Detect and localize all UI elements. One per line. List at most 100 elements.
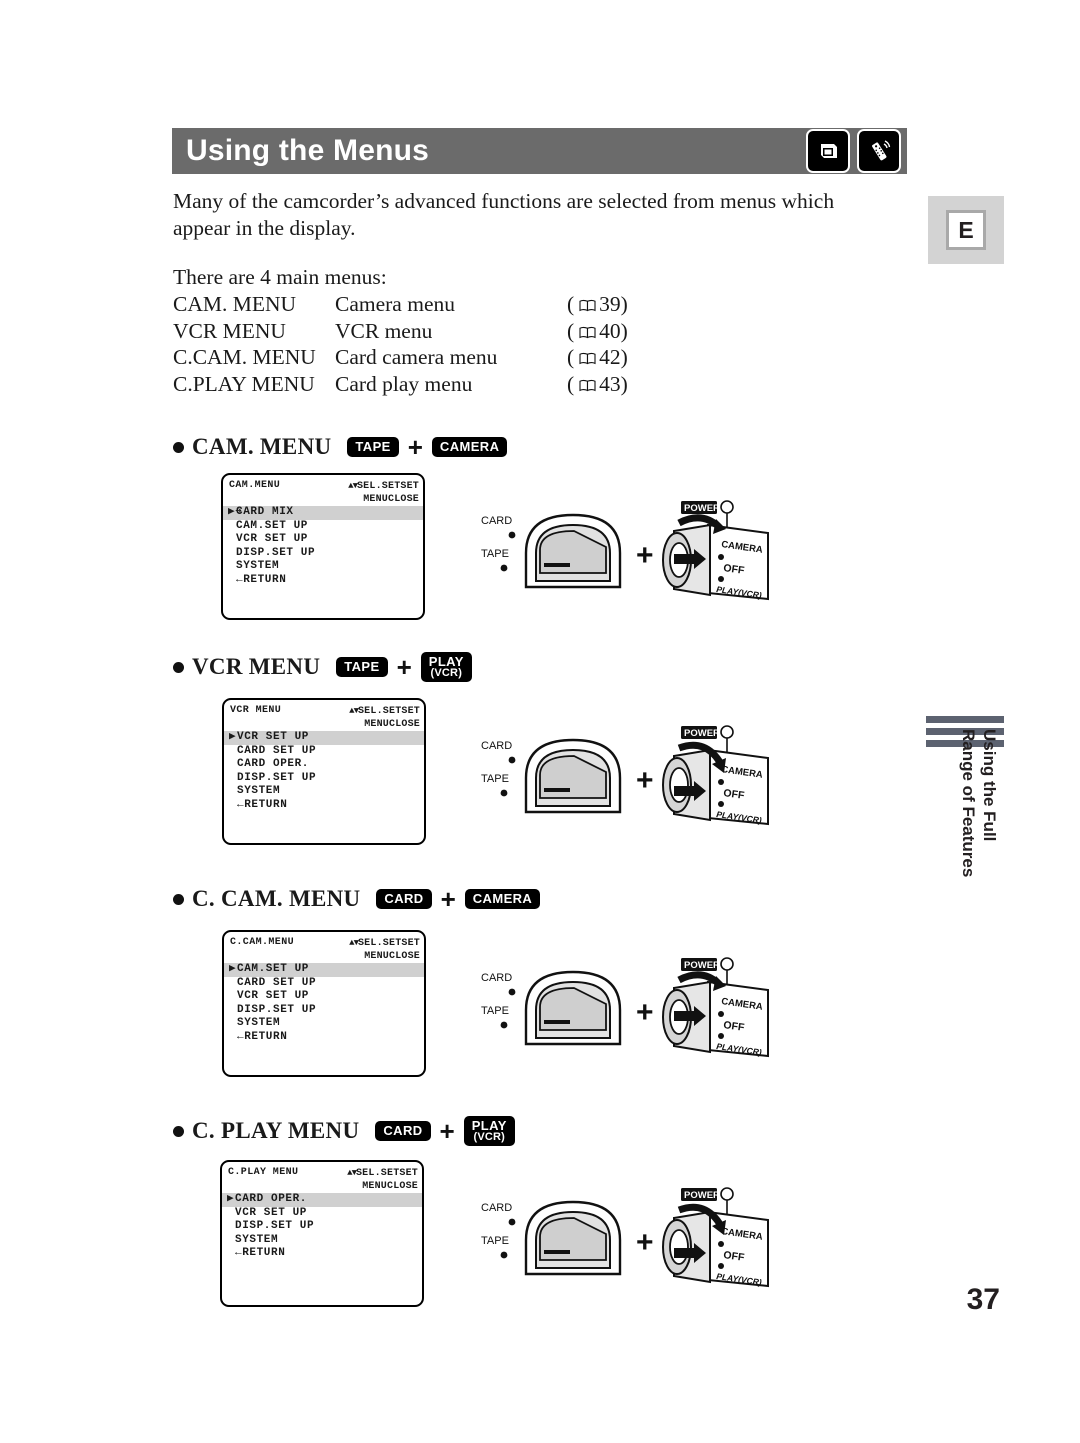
lcd-hint-line1: SEL.SETSET	[357, 706, 420, 717]
lcd-header: C.PLAY MENU ▲▼SEL.SETSET MENUCLOSE	[226, 1167, 418, 1192]
list-item[interactable]: ▶➔CARD MIX	[223, 506, 423, 520]
list-item[interactable]: CARD SET UP	[224, 977, 424, 991]
ref-open-paren: (	[567, 318, 575, 343]
list-item[interactable]: DISP.SET UP	[222, 1220, 422, 1234]
section-c-play-menu: C. PLAY MENU CARD + PLAY (VCR)	[173, 1115, 515, 1147]
tape-label: TAPE	[481, 548, 509, 560]
list-item[interactable]: ←RETURN	[224, 799, 424, 813]
menu-page-ref: (42)	[567, 344, 677, 371]
menu-description: Card camera menu	[335, 345, 498, 369]
book-icon	[579, 326, 596, 339]
plus-sign: +	[439, 1116, 455, 1146]
badge-camera: CAMERA	[464, 889, 541, 909]
list-item[interactable]: CAM.SET UP	[223, 520, 423, 534]
bullet-icon	[173, 1125, 184, 1137]
badge-line-1: PLAY	[471, 1117, 507, 1133]
lcd-item-list: ▶➔CARD MIX CAM.SET UP VCR SET UP DISP.SE…	[223, 506, 423, 588]
menu-name: CAM. MENU	[173, 292, 297, 316]
lcd-hint-line1: SEL.SETSET	[356, 481, 419, 492]
plus-sign: +	[636, 764, 654, 797]
list-item[interactable]: CARD SET UP	[224, 745, 424, 759]
tape-label: TAPE	[481, 1235, 509, 1247]
list-item[interactable]: ▶VCR SET UP	[224, 731, 424, 745]
menu-description: VCR menu	[335, 318, 433, 343]
badge-group: TAPE + PLAY (VCR)	[336, 651, 472, 683]
page-title: Using the Menus	[186, 134, 430, 167]
section-cam-menu: CAM. MENU TAPE + CAMERA	[173, 432, 508, 462]
list-item-label: SYSTEM	[237, 785, 281, 798]
tape-indicator-dot	[500, 789, 508, 797]
list-item[interactable]: VCR SET UP	[223, 533, 423, 547]
lcd-item-list: ▶CAM.SET UP CARD SET UP VCR SET UP DISP.…	[224, 963, 424, 1045]
list-item[interactable]: ←RETURN	[222, 1247, 422, 1261]
book-icon	[579, 352, 596, 365]
ref-page-number: 42	[599, 345, 621, 369]
list-item-label: SYSTEM	[237, 1017, 281, 1030]
lcd-hint-line2: MENUCLOSE	[363, 493, 419, 505]
ref-page-number: 39	[599, 292, 621, 316]
list-item[interactable]: VCR SET UP	[224, 990, 424, 1004]
remote-control-icon	[857, 129, 901, 173]
intro-paragraph: Many of the camcorder’s advanced functio…	[173, 189, 835, 240]
lcd-hint-line1: SEL.SETSET	[357, 938, 420, 949]
dial-diagram-c-cam-menu: CARD TAPE + POWER CAMERA OFF PLAY(VCR)	[478, 952, 778, 1070]
list-item-label: VCR SET UP	[237, 990, 310, 1003]
section-vcr-menu: VCR MENU TAPE + PLAY (VCR)	[173, 651, 472, 683]
menu-description: Camera menu	[335, 292, 455, 316]
list-item[interactable]: SYSTEM	[223, 560, 423, 574]
ref-page-number: 43	[599, 371, 621, 396]
plus-sign: +	[440, 884, 456, 914]
power-label: POWER	[684, 503, 720, 514]
section-heading: C. PLAY MENU CARD + PLAY (VCR)	[173, 1115, 515, 1147]
bullet-icon	[173, 661, 184, 673]
badge-play-vcr: PLAY (VCR)	[463, 1115, 515, 1147]
ref-open-paren: (	[567, 371, 575, 396]
ref-open-paren: (	[567, 345, 575, 369]
updown-arrows-icon: ▲▼	[348, 481, 358, 491]
lcd-header: CAM.MENU ▲▼SEL.SETSET MENUCLOSE	[227, 480, 419, 505]
updown-arrows-icon: ▲▼	[349, 706, 359, 716]
menu-name: C.PLAY MENU	[173, 371, 315, 396]
list-item[interactable]: SYSTEM	[224, 785, 424, 799]
lcd-hint: ▲▼SEL.SETSET MENUCLOSE	[349, 705, 420, 731]
list-item-label: CARD SET UP	[237, 976, 317, 989]
section-title: VCR MENU	[192, 654, 321, 679]
lcd-header: VCR MENU ▲▼SEL.SETSET MENUCLOSE	[228, 705, 420, 730]
badge-group: CARD + PLAY (VCR)	[375, 1115, 515, 1147]
list-item-label: ←RETURN	[235, 1247, 286, 1260]
list-item-label: ←RETURN	[237, 798, 288, 811]
list-item-label: VCR SET UP	[237, 731, 310, 743]
badge-line-1: TAPE	[344, 659, 380, 675]
list-item[interactable]: SYSTEM	[222, 1234, 422, 1248]
badge-line-1: TAPE	[355, 439, 391, 455]
lcd-hint-line2: MENUCLOSE	[362, 1180, 418, 1192]
lcd-title: VCR MENU	[230, 705, 282, 716]
list-item-label: DISP.SET UP	[236, 546, 316, 559]
list-item[interactable]: ←RETURN	[224, 1031, 424, 1045]
cursor-icon: ▶	[229, 731, 237, 743]
list-item-label: CARD SET UP	[237, 744, 317, 757]
card-indicator-dot	[508, 988, 516, 996]
list-item-label: VCR SET UP	[236, 533, 309, 546]
list-item[interactable]: DISP.SET UP	[224, 1004, 424, 1018]
card-label: CARD	[481, 515, 512, 527]
list-item[interactable]: ←RETURN	[223, 574, 423, 588]
ref-close-paren: )	[620, 345, 628, 369]
power-label: POWER	[684, 960, 720, 971]
ref-close-paren: )	[620, 318, 628, 343]
list-item[interactable]: DISP.SET UP	[224, 772, 424, 786]
language-marker-letter: E	[946, 210, 986, 250]
book-icon	[579, 379, 596, 392]
table-row: VCR MENU VCR menu (40)	[173, 318, 677, 345]
list-item-label: DISP.SET UP	[237, 771, 317, 784]
list-item[interactable]: VCR SET UP	[222, 1207, 422, 1221]
list-item[interactable]: CARD OPER.	[224, 758, 424, 772]
side-tab-bar	[926, 716, 1004, 723]
language-marker-box: E	[928, 196, 1004, 264]
list-item[interactable]: SYSTEM	[224, 1017, 424, 1031]
list-item[interactable]: DISP.SET UP	[223, 547, 423, 561]
dial-diagram-vcr-menu: CARD TAPE + POWER CAMERA OFF PLAY(VCR)	[478, 720, 778, 838]
list-item[interactable]: ▶CAM.SET UP	[224, 963, 424, 977]
list-item[interactable]: ▶CARD OPER.	[222, 1193, 422, 1207]
page-number: 37	[966, 1283, 1000, 1316]
